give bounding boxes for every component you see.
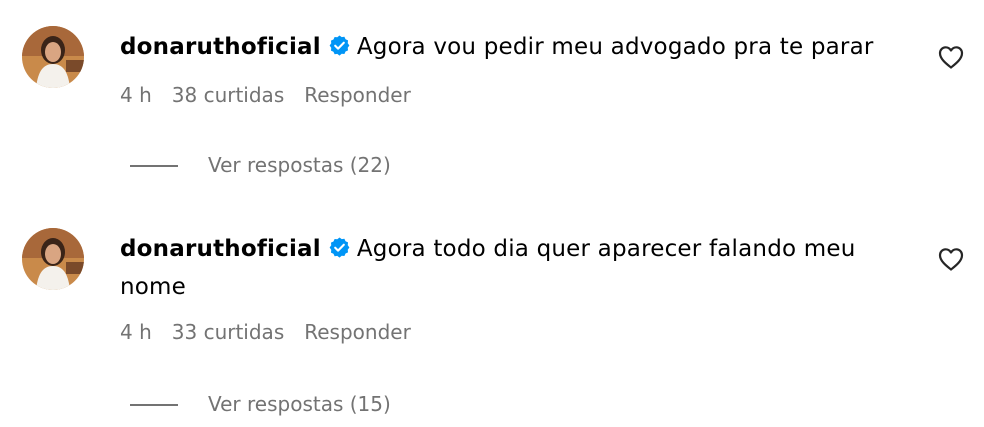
view-replies-button[interactable]: Ver respostas (22) [130, 152, 391, 178]
comment-meta: 4 h 33 curtidas Responder [120, 319, 431, 345]
verified-badge-icon [328, 236, 351, 259]
comment-text: Agora vou pedir meu advogado pra te para… [356, 34, 874, 60]
comment-time: 4 h [120, 83, 152, 107]
reply-button[interactable]: Responder [304, 320, 411, 344]
view-replies-label: Ver respostas (15) [208, 392, 391, 416]
comment-meta: 4 h 38 curtidas Responder [120, 82, 431, 108]
comment-time: 4 h [120, 320, 152, 344]
avatar-image [22, 228, 84, 290]
verified-badge-icon [328, 34, 351, 57]
like-count[interactable]: 33 curtidas [172, 320, 284, 344]
reply-button[interactable]: Responder [304, 83, 411, 107]
view-replies-button[interactable]: Ver respostas (15) [130, 391, 391, 417]
comment-body: donaruthoficial Agora vou pedir meu advog… [120, 28, 910, 66]
avatar[interactable] [22, 228, 84, 290]
replies-divider-line [130, 403, 178, 406]
username[interactable]: donaruthoficial [120, 34, 321, 60]
view-replies-label: Ver respostas (22) [208, 153, 391, 177]
username[interactable]: donaruthoficial [120, 236, 321, 262]
avatar[interactable] [22, 26, 84, 88]
heart-outline-icon[interactable] [937, 44, 965, 70]
like-count[interactable]: 38 curtidas [172, 83, 284, 107]
avatar-image [22, 26, 84, 88]
heart-outline-icon[interactable] [937, 246, 965, 272]
replies-divider-line [130, 164, 178, 167]
comment-body: donaruthoficial Agora todo dia quer apare… [120, 230, 910, 306]
